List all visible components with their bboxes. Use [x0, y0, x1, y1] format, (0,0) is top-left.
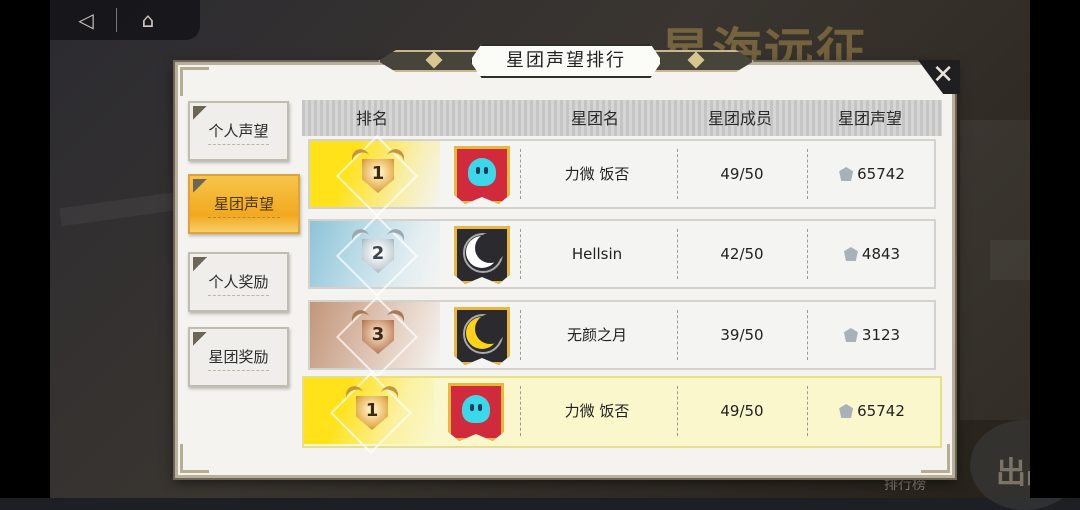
reputation-icon [843, 247, 858, 261]
ranking-table: 排名 星团名 星团成员 星团声望 1 力微 饭否 49/50 65742 2 H… [302, 100, 942, 455]
tab-personal-reputation[interactable]: 个人声望 [188, 101, 289, 161]
column-divider [520, 149, 521, 199]
cluster-members: 49/50 [720, 165, 764, 183]
cluster-reputation: 3123 [807, 302, 937, 368]
tab-label: 星团声望 [213, 195, 274, 213]
top-nav-bar: ◁ ⌂ [50, 0, 200, 40]
reputation-icon [839, 167, 854, 181]
rank-number: 2 [371, 243, 385, 264]
cluster-name: 力微 饭否 [564, 402, 630, 420]
cluster-members: 49/50 [720, 402, 764, 420]
dialog-titlebar: 星团声望排行 [378, 44, 754, 78]
reputation-icon [839, 404, 854, 418]
column-divider [520, 229, 521, 279]
gold-rank-badge-icon: 1 [349, 146, 407, 203]
cluster-reputation: 65742 [807, 141, 937, 207]
tab-label: 个人奖励 [208, 273, 269, 291]
ghost-emblem-icon [446, 383, 506, 441]
reputation-icon [843, 328, 858, 342]
my-cluster-row[interactable]: 1 力微 饭否 49/50 65742 [302, 371, 942, 455]
cluster-reputation: 65742 [807, 378, 937, 444]
header-rank: 排名 [355, 109, 388, 128]
column-divider [520, 386, 521, 436]
corner-ornament [180, 444, 209, 473]
table-row[interactable]: 1 力微 饭否 49/50 65742 [308, 134, 937, 218]
header-name: 星团名 [570, 109, 619, 128]
cluster-members: 39/50 [720, 326, 764, 344]
screen-edge-left [0, 0, 50, 498]
rank-number: 1 [365, 400, 379, 421]
cluster-members: 42/50 [720, 245, 764, 263]
tab-label: 星团奖励 [208, 348, 269, 366]
dialog-title: 星团声望排行 [506, 50, 626, 71]
header-reputation: 星团声望 [837, 109, 902, 128]
tab-label: 个人声望 [208, 122, 269, 140]
bronze-rank-badge-icon: 3 [349, 307, 407, 364]
tab-personal-rewards[interactable]: 个人奖励 [188, 252, 289, 312]
back-arrow-icon[interactable]: ◁ [72, 7, 100, 33]
table-header: 排名 星团名 星团成员 星团声望 [302, 100, 942, 136]
reputation-value: 4843 [861, 245, 901, 263]
ghost-emblem-icon [452, 146, 512, 204]
yellow-moon-emblem-icon [452, 307, 512, 365]
title-wing-right [654, 50, 754, 72]
table-row[interactable]: 3 无颜之月 39/50 3123 [308, 295, 937, 379]
rank-number: 1 [371, 163, 385, 184]
screen-edge-right [1030, 0, 1080, 498]
reputation-value: 3123 [861, 326, 901, 344]
corner-ornament [180, 67, 209, 96]
home-icon[interactable]: ⌂ [134, 7, 162, 33]
cluster-name: Hellsin [571, 245, 623, 263]
cluster-name: 无颜之月 [566, 326, 627, 344]
divider [116, 8, 117, 32]
silver-rank-badge-icon: 2 [349, 226, 407, 283]
cluster-reputation: 4843 [807, 221, 937, 287]
column-divider [520, 310, 521, 360]
gold-rank-badge-icon: 1 [343, 383, 401, 440]
rank-number: 3 [371, 324, 385, 345]
header-members: 星团成员 [707, 109, 772, 128]
reputation-value: 65742 [857, 165, 905, 183]
tab-cluster-reputation[interactable]: 星团声望 [188, 174, 300, 234]
white-moon-emblem-icon [452, 226, 512, 284]
table-row[interactable]: 2 Hellsin 42/50 4843 [308, 214, 937, 298]
reputation-value: 65742 [857, 402, 905, 420]
tab-cluster-rewards[interactable]: 星团奖励 [188, 327, 289, 387]
cluster-name: 力微 饭否 [564, 165, 630, 183]
